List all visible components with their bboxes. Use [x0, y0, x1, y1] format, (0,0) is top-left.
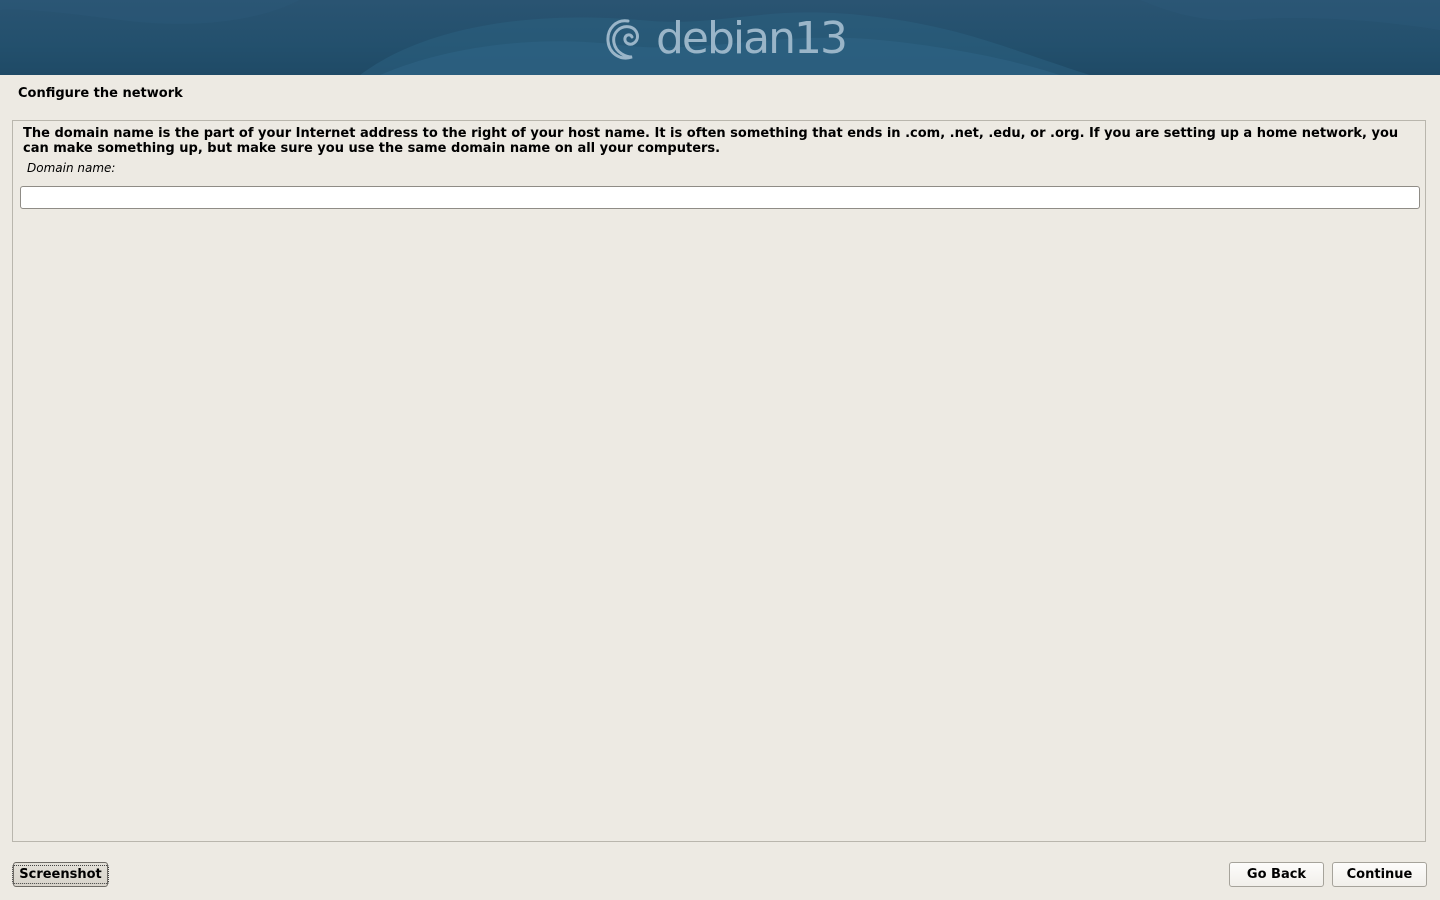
content-panel: The domain name is the part of your Inte… [12, 120, 1426, 842]
domain-name-input[interactable] [20, 186, 1420, 209]
continue-button[interactable]: Continue [1332, 862, 1427, 887]
domain-name-label: Domain name: [27, 161, 116, 175]
brand-version: 13 [794, 13, 848, 64]
screenshot-button-label: Screenshot [12, 865, 109, 884]
screenshot-button[interactable]: Screenshot [12, 862, 109, 887]
debian-swirl-icon [606, 19, 639, 60]
header-banner: debian 13 [0, 0, 1440, 75]
go-back-button[interactable]: Go Back [1229, 862, 1324, 887]
debian-logo: debian 13 [604, 13, 848, 64]
page-title: Configure the network [18, 86, 183, 101]
brand-name: debian [656, 13, 796, 64]
description-text: The domain name is the part of your Inte… [23, 126, 1399, 156]
